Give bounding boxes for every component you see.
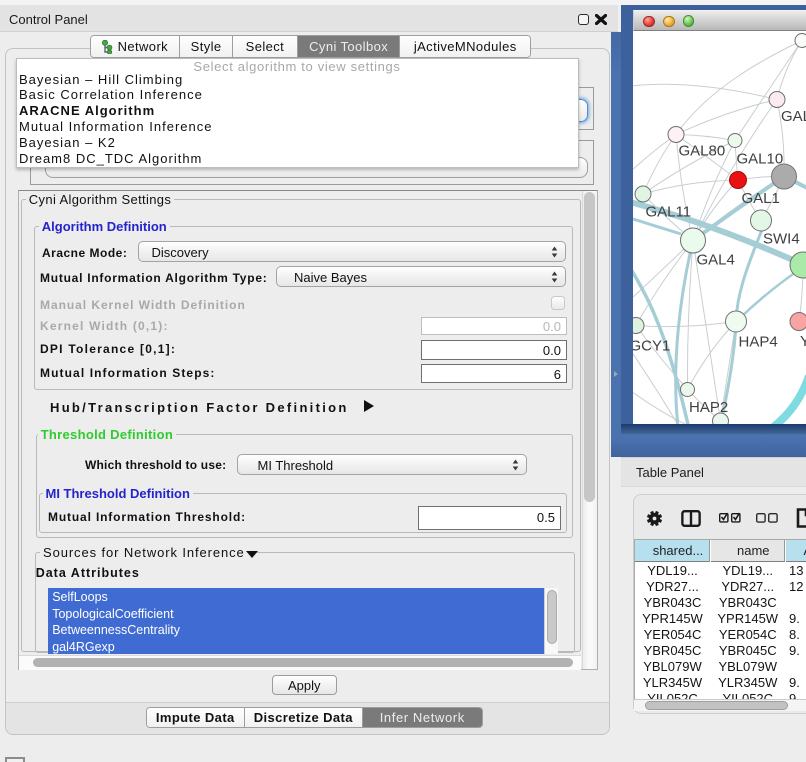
svg-text:YJR048W: YJR048W — [800, 333, 806, 350]
svg-text:SWI4: SWI4 — [763, 230, 800, 247]
svg-text:HAP4: HAP4 — [739, 333, 778, 350]
svg-text:GAL7: GAL7 — [781, 108, 806, 125]
svg-text:GCY1: GCY1 — [633, 337, 670, 354]
svg-text:GAL4: GAL4 — [697, 251, 735, 268]
svg-text:HAP2: HAP2 — [689, 399, 728, 416]
svg-text:GAL11: GAL11 — [646, 203, 692, 220]
svg-text:GAL10: GAL10 — [737, 150, 784, 167]
svg-text:GAL80: GAL80 — [679, 142, 726, 159]
svg-text:GAL1: GAL1 — [742, 190, 780, 207]
